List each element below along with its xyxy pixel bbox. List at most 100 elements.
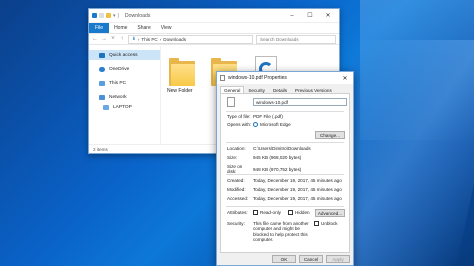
attributes-label: Attributes: bbox=[227, 210, 248, 215]
divider bbox=[226, 206, 344, 207]
desktop-light-beam-top bbox=[360, 0, 474, 140]
type-row: Type of file: PDF File (.pdf) bbox=[227, 114, 345, 119]
readonly-label: Read-only bbox=[260, 210, 281, 215]
tab-details[interactable]: Details bbox=[269, 86, 291, 93]
tab-file[interactable]: File bbox=[89, 23, 110, 33]
app-icon bbox=[92, 13, 97, 18]
sidebar-item-laptop[interactable]: LAPTOP bbox=[89, 102, 160, 112]
close-icon[interactable]: ✕ bbox=[340, 75, 350, 82]
apply-button[interactable]: Apply bbox=[326, 255, 350, 263]
title-separator: | bbox=[117, 12, 119, 19]
sidebar-item-network[interactable]: Network bbox=[89, 92, 160, 102]
dialog-footer: OK Cancel Apply bbox=[272, 255, 350, 263]
minimize-button[interactable]: – bbox=[284, 10, 300, 22]
divider bbox=[226, 174, 344, 175]
ok-button[interactable]: OK bbox=[272, 255, 296, 263]
document-icon bbox=[220, 75, 225, 81]
security-row: Security: This file came from another co… bbox=[227, 221, 345, 243]
opens-with-row: Opens with: Microsoft Edge bbox=[227, 122, 345, 127]
tab-security[interactable]: Security bbox=[244, 86, 269, 93]
dialog-title-bar: windows-10.pdf Properties ✕ bbox=[217, 72, 353, 84]
tab-previous-versions[interactable]: Previous Versions bbox=[291, 86, 336, 93]
type-value: PDF File (.pdf) bbox=[253, 114, 283, 119]
recent-dropdown-icon[interactable]: ˅ bbox=[110, 36, 116, 42]
network-icon bbox=[99, 94, 105, 100]
breadcrumb-downloads[interactable]: Downloads bbox=[163, 37, 186, 42]
filename-field[interactable]: windows-10.pdf bbox=[253, 98, 347, 106]
properties-dialog: windows-10.pdf Properties ✕ General Secu… bbox=[216, 71, 354, 266]
accessed-row: Accessed: Today, December 19, 2017, 45 m… bbox=[227, 196, 345, 201]
size-label: Size: bbox=[227, 155, 238, 160]
path-separator-icon: › bbox=[137, 36, 140, 42]
sidebar-item-label: Network bbox=[109, 94, 127, 100]
explorer-title-bar: ▾ | Downloads – ☐ ✕ bbox=[89, 9, 339, 23]
hidden-checkbox[interactable] bbox=[288, 210, 293, 215]
quick-access-new-folder-icon[interactable] bbox=[106, 13, 111, 18]
navigation-pane: Quick access OneDrive This PC Network LA… bbox=[89, 46, 161, 144]
up-arrow-icon[interactable]: ↑ bbox=[119, 36, 125, 42]
laptop-icon bbox=[103, 104, 109, 110]
ribbon: File Home Share View bbox=[89, 23, 339, 33]
tab-share[interactable]: Share bbox=[132, 25, 155, 31]
forward-arrow-icon[interactable]: → bbox=[101, 36, 107, 42]
modified-row: Modified: Today, December 19, 2017, 45 m… bbox=[227, 187, 345, 192]
security-label: Security: bbox=[227, 221, 245, 226]
close-button[interactable]: ✕ bbox=[320, 10, 336, 22]
opens-with-value: Microsoft Edge bbox=[260, 122, 291, 127]
dialog-tabs: General Security Details Previous Versio… bbox=[217, 84, 353, 93]
item-count: 2 items bbox=[93, 146, 108, 152]
folder-icon[interactable] bbox=[169, 58, 195, 86]
cloud-icon bbox=[99, 66, 105, 72]
security-message: This file came from another computer and… bbox=[253, 221, 309, 243]
sidebar-item-label: This PC bbox=[109, 80, 127, 86]
search-input[interactable]: Search Downloads bbox=[256, 34, 336, 44]
divider bbox=[226, 111, 344, 112]
readonly-checkbox[interactable] bbox=[253, 210, 258, 215]
divider bbox=[226, 142, 344, 143]
unblock-checkbox[interactable] bbox=[314, 221, 319, 226]
sidebar-item-label: LAPTOP bbox=[113, 104, 132, 110]
path-separator-icon: › bbox=[159, 36, 162, 42]
computer-icon bbox=[99, 80, 105, 86]
tab-home[interactable]: Home bbox=[109, 25, 132, 31]
filename-value: windows-10.pdf bbox=[256, 99, 288, 105]
created-label: Created: bbox=[227, 178, 245, 183]
search-placeholder: Search Downloads bbox=[260, 36, 299, 42]
hidden-label: Hidden bbox=[295, 210, 310, 215]
type-label: Type of file: bbox=[227, 114, 251, 119]
folder-label[interactable]: New Folder bbox=[167, 88, 193, 94]
advanced-button[interactable]: Advanced... bbox=[315, 209, 345, 217]
sidebar-item-quick-access[interactable]: Quick access bbox=[89, 50, 160, 60]
change-button[interactable]: Change... bbox=[315, 131, 345, 139]
sidebar-item-label: Quick access bbox=[109, 52, 138, 58]
accessed-label: Accessed: bbox=[227, 196, 249, 201]
maximize-button[interactable]: ☐ bbox=[302, 10, 318, 22]
download-arrow-icon: ⬇ bbox=[132, 36, 136, 41]
opens-with-label: Opens with: bbox=[227, 122, 252, 127]
location-row: Location: C:\Users\Dimitro\Downloads bbox=[227, 146, 345, 151]
size-value: 945 KB (968,020 bytes) bbox=[253, 155, 302, 160]
pdf-file-icon bbox=[227, 97, 235, 107]
location-value: C:\Users\Dimitro\Downloads bbox=[253, 146, 311, 151]
created-row: Created: Today, December 19, 2017, 45 mi… bbox=[227, 178, 345, 183]
sidebar-item-onedrive[interactable]: OneDrive bbox=[89, 64, 160, 74]
modified-label: Modified: bbox=[227, 187, 246, 192]
sidebar-item-label: OneDrive bbox=[109, 66, 130, 72]
window-title: Downloads bbox=[124, 12, 151, 19]
quick-access-dropdown-icon[interactable]: ▾ bbox=[113, 13, 116, 19]
modified-value: Today, December 19, 2017, 45 minutes ago bbox=[253, 187, 342, 192]
address-bar-row: ← → ˅ ↑ ⬇ › This PC › Downloads Search D… bbox=[89, 33, 339, 45]
cancel-button[interactable]: Cancel bbox=[299, 255, 323, 263]
breadcrumb-this-pc[interactable]: This PC bbox=[141, 37, 157, 42]
size-row: Size: 945 KB (968,020 bytes) bbox=[227, 155, 345, 160]
size-on-disk-row: Size on disk: 948 KB (970,752 bytes) bbox=[227, 164, 345, 174]
back-arrow-icon[interactable]: ← bbox=[92, 36, 98, 42]
size-on-disk-value: 948 KB (970,752 bytes) bbox=[253, 166, 302, 172]
tab-view[interactable]: View bbox=[156, 25, 177, 31]
sidebar-item-this-pc[interactable]: This PC bbox=[89, 78, 160, 88]
address-bar[interactable]: ⬇ › This PC › Downloads bbox=[128, 34, 253, 44]
quick-access-properties-icon[interactable] bbox=[99, 13, 104, 18]
tab-general[interactable]: General bbox=[220, 86, 245, 93]
edge-icon bbox=[253, 122, 258, 127]
accessed-value: Today, December 19, 2017, 45 minutes ago bbox=[253, 196, 342, 201]
